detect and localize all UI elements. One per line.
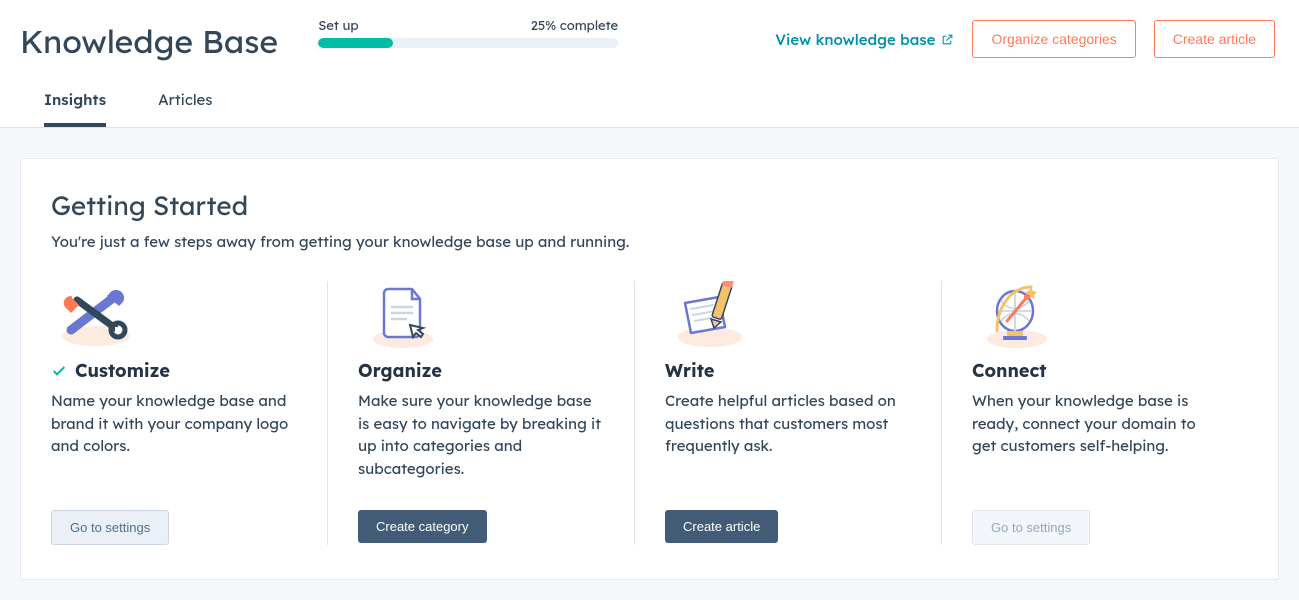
- go-to-settings-button[interactable]: Go to settings: [51, 510, 169, 545]
- go-to-settings-disabled-button: Go to settings: [972, 510, 1090, 545]
- card-customize: Customize Name your knowledge base and b…: [51, 281, 327, 545]
- progress-fill: [318, 38, 393, 48]
- card-desc: When your knowledge base is ready, conne…: [972, 390, 1218, 482]
- card-title: Write: [665, 359, 714, 382]
- header-actions: View knowledge base Organize categories …: [775, 20, 1275, 58]
- getting-started-panel: Getting Started You're just a few steps …: [20, 158, 1279, 580]
- card-title: Customize: [75, 359, 170, 382]
- globe-icon: [972, 281, 1062, 351]
- card-organize: Organize Make sure your knowledge base i…: [327, 281, 634, 545]
- tab-insights[interactable]: Insights: [44, 90, 106, 127]
- pencil-paper-icon: [665, 281, 755, 351]
- page-header: Knowledge Base Set up 25% complete View …: [0, 0, 1299, 60]
- progress-percent-text: 25% complete: [531, 18, 618, 34]
- card-desc: Name your knowledge base and brand it wi…: [51, 390, 297, 482]
- view-knowledge-base-link[interactable]: View knowledge base: [775, 30, 954, 49]
- external-link-icon: [941, 33, 954, 46]
- view-knowledge-base-label: View knowledge base: [775, 30, 935, 49]
- getting-started-cards: Customize Name your knowledge base and b…: [51, 281, 1248, 545]
- create-article-button[interactable]: Create article: [1154, 20, 1275, 58]
- card-title: Organize: [358, 359, 442, 382]
- progress-label: Set up: [318, 18, 358, 34]
- document-cursor-icon: [358, 281, 448, 351]
- getting-started-subtitle: You're just a few steps away from gettin…: [51, 232, 1248, 251]
- tabs: Insights Articles: [0, 60, 1299, 128]
- card-title: Connect: [972, 359, 1046, 382]
- card-desc: Create helpful articles based on questio…: [665, 390, 911, 482]
- content-area: Getting Started You're just a few steps …: [0, 128, 1299, 600]
- page-title: Knowledge Base: [20, 22, 278, 60]
- tab-articles[interactable]: Articles: [158, 90, 212, 127]
- brush-wrench-icon: [51, 281, 141, 351]
- getting-started-title: Getting Started: [51, 189, 1248, 222]
- check-icon: [51, 363, 67, 379]
- progress-bar: [318, 38, 618, 48]
- organize-categories-button[interactable]: Organize categories: [972, 20, 1135, 58]
- create-article-card-button[interactable]: Create article: [665, 510, 778, 543]
- card-write: Write Create helpful articles based on q…: [634, 281, 941, 545]
- card-connect: Connect When your knowledge base is read…: [941, 281, 1248, 545]
- card-desc: Make sure your knowledge base is easy to…: [358, 390, 604, 482]
- setup-progress: Set up 25% complete: [318, 18, 618, 48]
- create-category-button[interactable]: Create category: [358, 510, 487, 543]
